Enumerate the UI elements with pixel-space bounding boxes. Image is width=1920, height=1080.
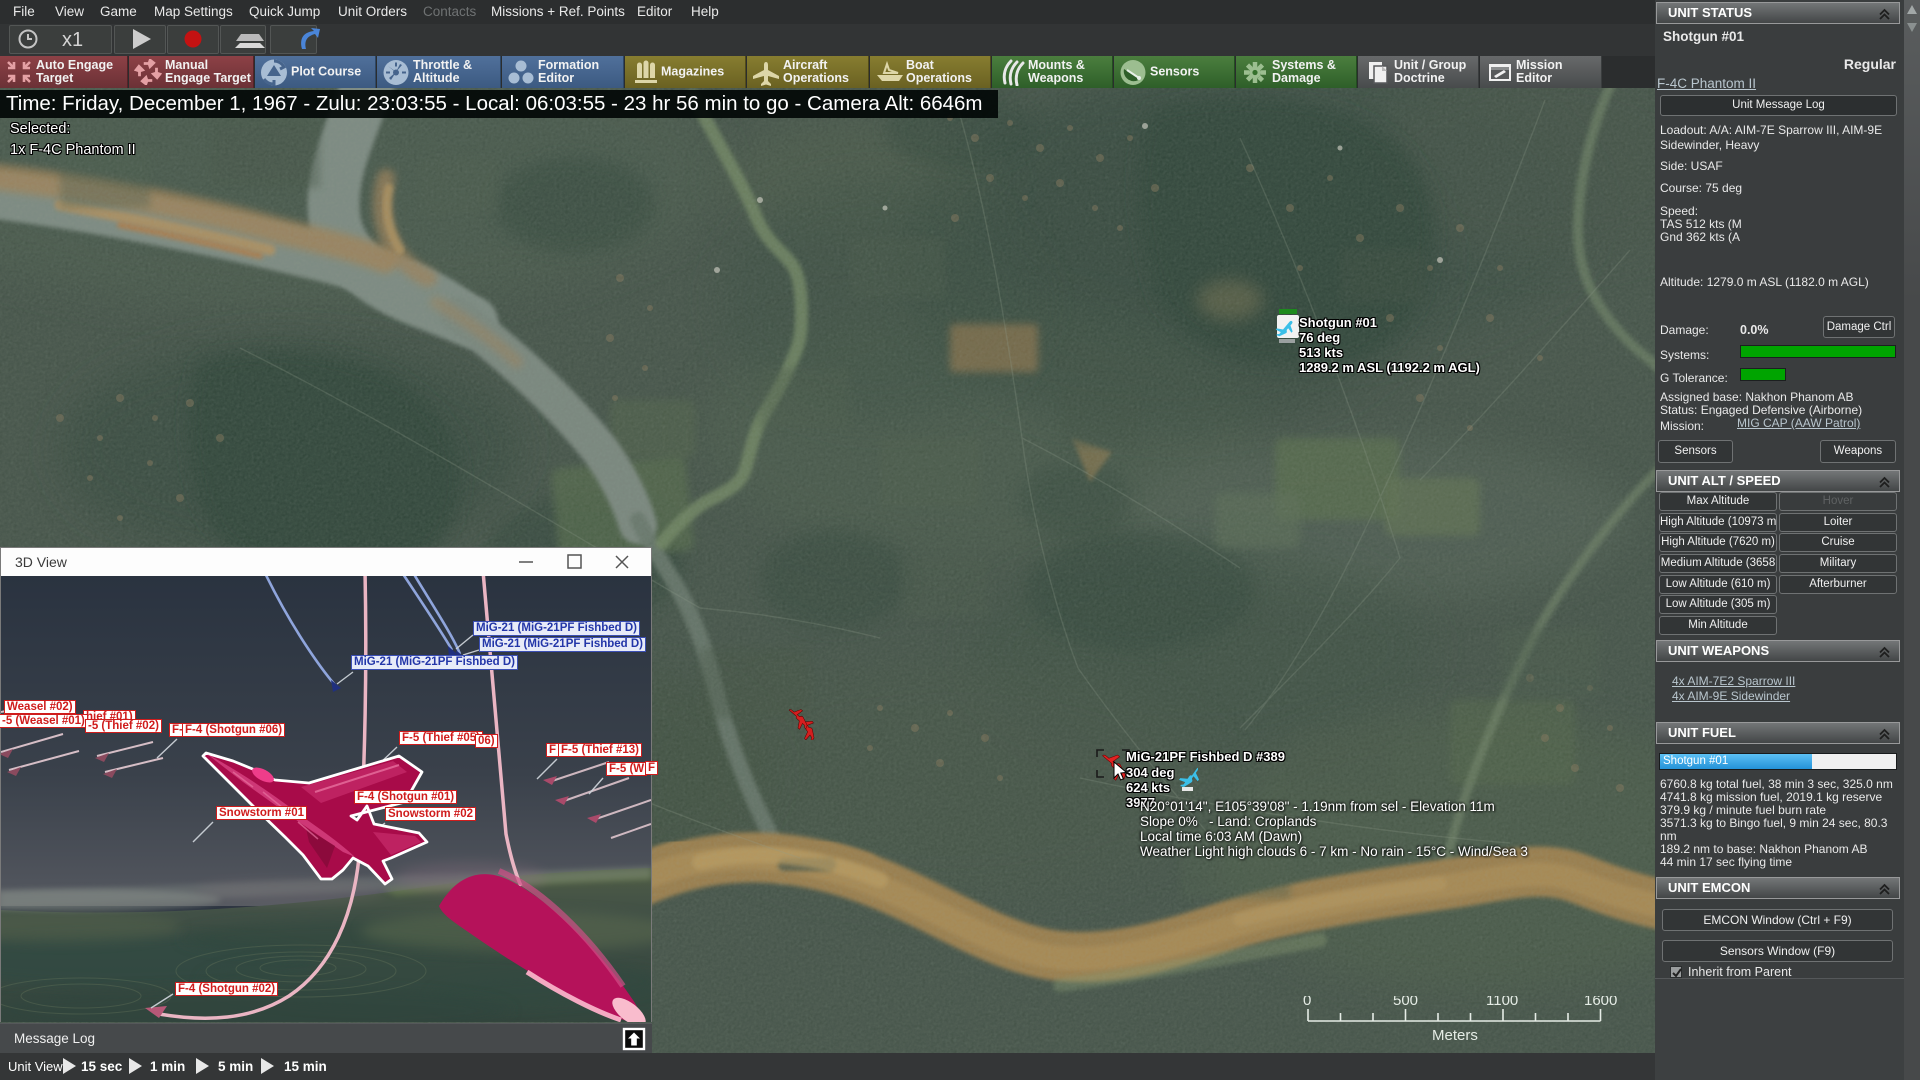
svg-text:x1: x1 bbox=[62, 29, 83, 51]
svg-text:1600: 1600 bbox=[1584, 996, 1617, 1009]
svg-text:0: 0 bbox=[1303, 996, 1311, 1009]
svg-text:1100: 1100 bbox=[1486, 996, 1518, 1009]
svg-text:Meters: Meters bbox=[1432, 1027, 1478, 1044]
svg-text:500: 500 bbox=[1393, 996, 1418, 1009]
